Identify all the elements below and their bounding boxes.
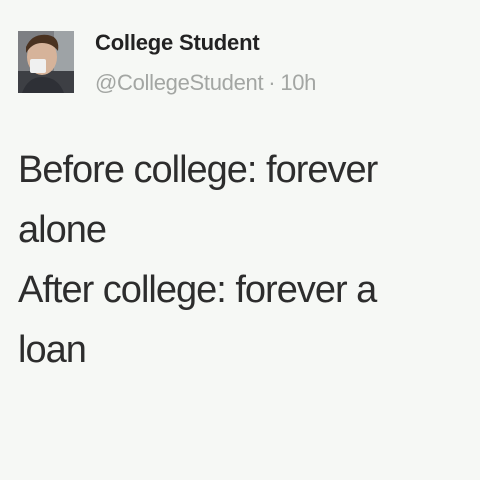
tweet-text-line: alone (18, 209, 107, 251)
tweet-meta: @CollegeStudent · 10h (95, 70, 316, 96)
tweet-text-line: Before college: forever (18, 149, 378, 191)
tweet-text-line: loan (18, 329, 87, 371)
tweet-text-line: After college: forever a (18, 269, 377, 311)
meta-separator: · (268, 70, 276, 95)
profile-photo-icon[interactable] (18, 31, 74, 93)
author-handle[interactable]: @CollegeStudent (95, 70, 264, 95)
tweet-card: College Student @CollegeStudent · 10h Befo… (0, 0, 480, 480)
tweet-timestamp[interactable]: 10h (280, 70, 316, 95)
author-name[interactable]: College Student (95, 30, 260, 56)
tweet-text: Before college: forever alone After coll… (18, 140, 458, 380)
